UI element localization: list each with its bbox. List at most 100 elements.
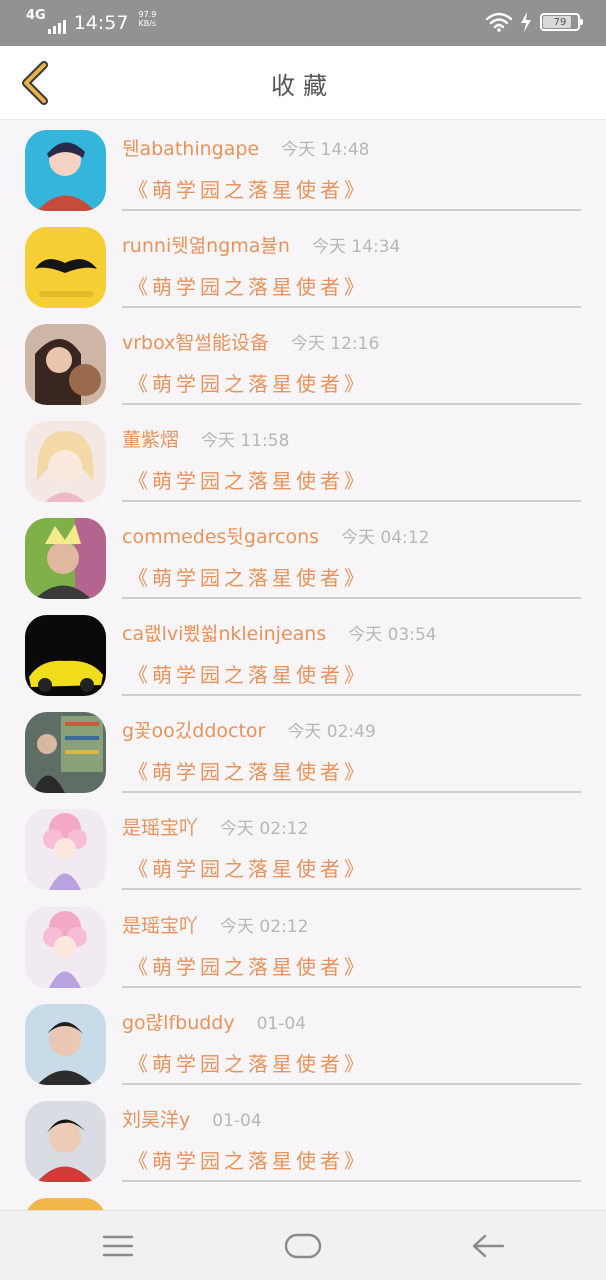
user-name[interactable]: ca랪lvi뾨쓃nkleinjeans [122, 619, 326, 646]
back-nav-button[interactable] [458, 1229, 518, 1263]
network-type: 4G [26, 8, 46, 23]
user-name[interactable]: 董紫熠 [122, 425, 179, 452]
avatar[interactable] [25, 324, 106, 405]
list-item[interactable]: vrbox智썰能设备 今天 12:16 《萌学园之落星使者》 [0, 314, 606, 411]
story-title[interactable]: 《萌学园之落星使者》 [128, 174, 368, 203]
status-right: 79 [486, 12, 583, 32]
divider [122, 986, 581, 988]
story-title[interactable]: 《萌学园之落星使者》 [128, 465, 368, 494]
list-item[interactable]: 刘昊洋y 01-04 《萌学园之落星使者》 [0, 1091, 606, 1188]
user-name[interactable]: 刘昊洋y [122, 1105, 190, 1132]
story-title[interactable]: 《萌学园之落星使者》 [128, 1145, 368, 1174]
info-line: g꽃oo깄ddoctor 今天 02:49 [122, 716, 376, 743]
system-nav-bar [0, 1210, 606, 1280]
timestamp: 今天 02:49 [287, 722, 376, 742]
timestamp: 今天 03:54 [348, 625, 437, 645]
menu-button[interactable] [88, 1229, 148, 1263]
list-item[interactable]: 董紫熠 今天 11:58 《萌学园之落星使者》 [0, 411, 606, 508]
info-line: 뒌abathingape 今天 14:48 [122, 134, 370, 161]
timestamp: 今天 02:12 [220, 917, 309, 937]
back-arrow-icon [472, 1234, 505, 1258]
divider [122, 1180, 581, 1182]
timestamp: 今天 11:58 [201, 431, 290, 451]
list-item[interactable]: 是瑶宝吖 今天 02:12 《萌学园之落星使者》 [0, 799, 606, 896]
list-item-partial[interactable] [0, 1188, 606, 1210]
network-speed: 97.9 KB/s [138, 10, 156, 28]
user-name[interactable]: 뒌abathingape [122, 134, 259, 161]
list-item[interactable]: 是瑶宝吖 今天 02:12 《萌学园之落星使者》 [0, 897, 606, 994]
home-button[interactable] [273, 1229, 333, 1263]
charging-icon [521, 12, 531, 32]
divider [122, 791, 581, 793]
timestamp: 今天 02:12 [220, 819, 309, 839]
user-name[interactable]: commedes뒷garcons [122, 522, 319, 549]
info-line: commedes뒷garcons 今天 04:12 [122, 522, 429, 549]
wifi-icon [486, 12, 512, 32]
info-line: vrbox智썰能设备 今天 12:16 [122, 328, 379, 355]
battery-icon: 79 [540, 13, 583, 31]
page-title: 收藏 [271, 72, 335, 100]
list-item[interactable]: ca랪lvi뾨쓃nkleinjeans 今天 03:54 《萌学园之落星使者》 [0, 605, 606, 702]
avatar[interactable] [25, 907, 106, 988]
avatar[interactable] [25, 227, 106, 308]
user-name[interactable]: 是瑶宝吖 [122, 911, 198, 938]
avatar[interactable] [25, 809, 106, 890]
story-title[interactable]: 《萌学园之落星使者》 [128, 1048, 368, 1077]
avatar[interactable] [25, 712, 106, 793]
user-name[interactable]: 是瑶宝吖 [122, 813, 198, 840]
favorites-list[interactable]: 뒌abathingape 今天 14:48 《萌学园之落星使者》 runni뒛엶… [0, 120, 606, 1210]
menu-icon [102, 1235, 134, 1257]
divider [122, 500, 581, 502]
user-name[interactable]: runni뒛엶ngma뷸n [122, 231, 290, 258]
info-line: ca랪lvi뾨쓃nkleinjeans 今天 03:54 [122, 619, 437, 646]
divider [122, 597, 581, 599]
status-bar: 4G 14:57 97.9 KB/s 79 [0, 0, 606, 46]
list-item[interactable]: runni뒛엶ngma뷸n 今天 14:34 《萌学园之落星使者》 [0, 217, 606, 314]
home-icon [284, 1233, 322, 1259]
info-line: go랺lfbuddy 01-04 [122, 1008, 306, 1035]
avatar[interactable] [25, 421, 106, 502]
avatar[interactable] [25, 518, 106, 599]
list-item[interactable]: go랺lfbuddy 01-04 《萌学园之落星使者》 [0, 994, 606, 1091]
avatar[interactable] [25, 1101, 106, 1182]
avatar[interactable] [25, 130, 106, 211]
avatar[interactable] [25, 1198, 106, 1210]
user-name[interactable]: go랺lfbuddy [122, 1008, 235, 1035]
network-speed-value: 97.9 [138, 10, 157, 19]
status-left: 4G 14:57 97.9 KB/s [26, 8, 156, 34]
info-line: 董紫熠 今天 11:58 [122, 425, 289, 452]
divider [122, 306, 581, 308]
story-title[interactable]: 《萌学园之落星使者》 [128, 562, 368, 591]
header: 收藏 [0, 46, 606, 120]
battery-level: 79 [553, 16, 567, 28]
info-line: 刘昊洋y 01-04 [122, 1105, 262, 1132]
story-title[interactable]: 《萌学园之落星使者》 [128, 756, 368, 785]
status-time: 14:57 [73, 12, 129, 34]
story-title[interactable]: 《萌学园之落星使者》 [128, 368, 368, 397]
list-item[interactable]: g꽃oo깄ddoctor 今天 02:49 《萌学园之落星使者》 [0, 702, 606, 799]
timestamp: 今天 14:48 [281, 140, 370, 160]
story-title[interactable]: 《萌学园之落星使者》 [128, 659, 368, 688]
network-speed-unit: KB/s [138, 19, 157, 28]
timestamp: 01-04 [256, 1014, 307, 1034]
avatar[interactable] [25, 615, 106, 696]
list-item[interactable]: commedes뒷garcons 今天 04:12 《萌学园之落星使者》 [0, 508, 606, 605]
timestamp: 今天 04:12 [341, 528, 430, 548]
story-title[interactable]: 《萌学园之落星使者》 [128, 853, 368, 882]
story-title[interactable]: 《萌学园之落星使者》 [128, 271, 368, 300]
divider [122, 1083, 581, 1085]
divider [122, 694, 581, 696]
timestamp: 今天 12:16 [290, 334, 380, 354]
info-line: runni뒛엶ngma뷸n 今天 14:34 [122, 231, 400, 258]
user-name[interactable]: vrbox智썰能设备 [122, 328, 269, 355]
user-name[interactable]: g꽃oo깄ddoctor [122, 716, 265, 743]
info-line: 是瑶宝吖 今天 02:12 [122, 813, 308, 840]
list-item[interactable]: 뒌abathingape 今天 14:48 《萌学园之落星使者》 [0, 120, 606, 217]
timestamp: 今天 14:34 [311, 237, 401, 257]
avatar[interactable] [25, 1004, 106, 1085]
divider [122, 403, 581, 405]
divider [122, 209, 581, 211]
story-title[interactable]: 《萌学园之落星使者》 [128, 951, 368, 980]
timestamp: 01-04 [212, 1111, 262, 1131]
divider [122, 888, 581, 890]
